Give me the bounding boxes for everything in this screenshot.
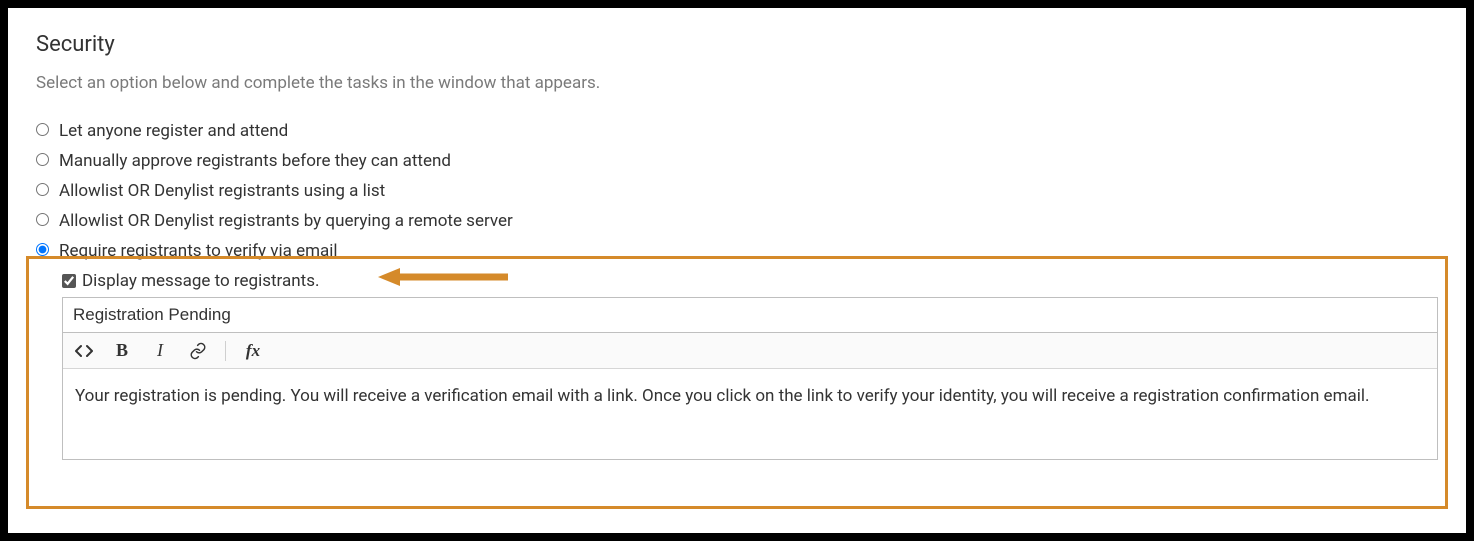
option-anyone[interactable]: Let anyone register and attend (36, 121, 1438, 141)
radio-anyone[interactable] (36, 123, 49, 136)
option-remote-label: Allowlist OR Denylist registrants by que… (59, 211, 513, 231)
option-remote[interactable]: Allowlist OR Denylist registrants by que… (36, 211, 1438, 231)
rich-text-editor: B I fx Your registration is pending. You… (62, 333, 1438, 460)
bold-icon[interactable]: B (111, 340, 133, 362)
section-title: Security (36, 32, 1438, 57)
verify-settings-block: Display message to registrants. B I fx Y… (62, 271, 1438, 460)
display-message-checkbox[interactable] (62, 274, 76, 288)
radio-list[interactable] (36, 183, 49, 196)
radio-verify-email[interactable] (36, 243, 49, 256)
display-message-checkbox-row[interactable]: Display message to registrants. (62, 271, 1438, 291)
option-verify-label: Require registrants to verify via email (59, 241, 338, 261)
option-manual[interactable]: Manually approve registrants before they… (36, 151, 1438, 171)
option-anyone-label: Let anyone register and attend (59, 121, 288, 141)
italic-icon[interactable]: I (149, 340, 171, 362)
option-manual-label: Manually approve registrants before they… (59, 151, 451, 171)
editor-toolbar: B I fx (63, 333, 1437, 369)
option-verify-email[interactable]: Require registrants to verify via email (36, 241, 1438, 261)
option-list[interactable]: Allowlist OR Denylist registrants using … (36, 181, 1438, 201)
code-icon[interactable] (73, 340, 95, 362)
security-panel: Security Select an option below and comp… (8, 8, 1466, 533)
section-description: Select an option below and complete the … (36, 73, 1438, 93)
radio-remote[interactable] (36, 213, 49, 226)
display-message-label: Display message to registrants. (82, 271, 319, 291)
toolbar-separator (225, 341, 226, 361)
message-body-editor[interactable]: Your registration is pending. You will r… (63, 369, 1437, 459)
option-list-label: Allowlist OR Denylist registrants using … (59, 181, 385, 201)
message-title-input[interactable] (62, 297, 1438, 333)
formula-icon[interactable]: fx (242, 340, 264, 362)
link-icon[interactable] (187, 340, 209, 362)
radio-manual[interactable] (36, 153, 49, 166)
